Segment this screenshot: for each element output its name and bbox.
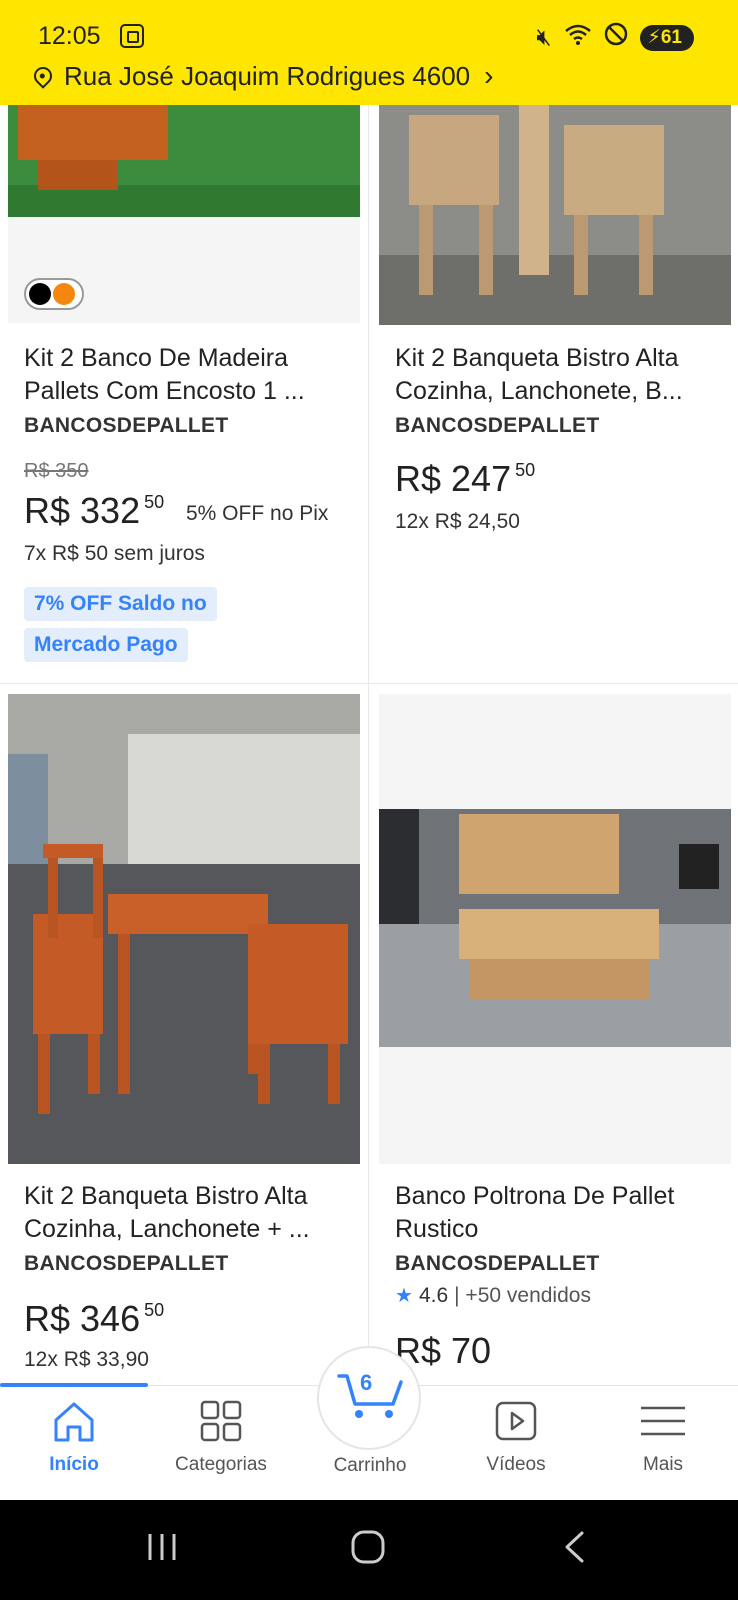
installments: 12x R$ 24,50 [395,510,520,533]
grid-icon [200,1400,242,1442]
price-cents: 50 [144,492,165,512]
status-time: 12:05 [38,22,101,50]
cart-button[interactable] [317,1346,421,1450]
grid-divider-vertical [368,105,369,1385]
address-text: Rua José Joaquim Rodrigues 4600 [64,60,471,91]
nav-videos-label: Vídeos [486,1454,546,1475]
promo-badge-line2: Mercado Pago [24,628,188,662]
nav-categories[interactable]: Categorias [161,1400,281,1476]
wifi-icon [564,22,592,53]
menu-icon [641,1406,685,1436]
home-circle-icon[interactable] [350,1530,386,1573]
nav-home[interactable]: Início [14,1400,134,1476]
promo-badge: 7% OFF Saldo no [24,587,217,621]
swatch-orange[interactable] [53,283,75,305]
price-cents: 50 [144,1300,165,1320]
nav-categories-label: Categorias [175,1454,267,1475]
top-header: 12:05 🔇︎ ⚡︎ 61 Rua José Joaquim Rodrigues… [0,0,738,105]
product-image[interactable] [379,694,731,1164]
nav-cart[interactable]: Carrinho [310,1455,430,1477]
price-value: R$ 332 [24,490,141,531]
color-swatches[interactable] [24,278,84,310]
sold-count: | +50 vendidos [454,1283,591,1307]
price-cents: 50 [515,460,536,480]
recent-apps-icon[interactable] [145,1530,179,1573]
do-not-disturb-icon [604,22,628,53]
back-icon[interactable] [562,1530,586,1573]
location-pin-icon [30,63,56,89]
seller-name: BANCOSDEPALLET [395,414,600,437]
product-title[interactable]: Banco Poltrona De Pallet Rustico [395,1180,725,1246]
seller-name: BANCOSDEPALLET [24,414,229,437]
cart-icon [337,1374,403,1418]
seller-name: BANCOSDEPALLET [395,1252,600,1275]
installments: 7x R$ 50 sem juros [24,542,205,565]
swatch-black[interactable] [29,283,51,305]
nav-cart-label: Carrinho [333,1455,407,1476]
installments: 12x R$ 33,90 [24,1348,149,1371]
old-price: R$ 350 [24,460,89,482]
mute-icon: 🔇︎ [536,23,552,51]
status-icons: 🔇︎ ⚡︎ 61 [536,22,694,53]
price: R$ 332 50 [24,490,164,532]
product-title[interactable]: Kit 2 Banqueta Bistro Alta Cozinha, Lanc… [24,1180,354,1246]
nav-more[interactable]: Mais [603,1400,723,1476]
screenshot-notification-icon [120,24,144,48]
active-tab-indicator [0,1383,148,1387]
product-image[interactable] [379,105,731,325]
product-title[interactable]: Kit 2 Banco De Madeira Pallets Com Encos… [24,342,354,408]
rating-row: ★ 4.6 | +50 vendidos [395,1283,591,1308]
product-title[interactable]: Kit 2 Banqueta Bistro Alta Cozinha, Lanc… [395,342,725,408]
delivery-address[interactable]: Rua José Joaquim Rodrigues 4600 › [30,60,494,92]
battery-level: 61 [660,26,682,48]
home-icon [54,1402,94,1442]
pix-discount: 5% OFF no Pix [186,502,329,525]
product-image[interactable] [8,694,360,1164]
grid-divider-horizontal [0,683,738,684]
nav-videos[interactable]: Vídeos [456,1400,576,1476]
price: R$ 247 50 [395,458,535,500]
video-play-icon [495,1401,537,1441]
price-value: R$ 346 [24,1298,141,1339]
price-value: R$ 247 [395,458,512,499]
battery-indicator: ⚡︎ 61 [639,24,694,51]
cart-count-badge: 6 [360,1370,373,1395]
seller-name: BANCOSDEPALLET [24,1252,229,1275]
star-icon: ★ [395,1285,413,1307]
price: R$ 346 50 [24,1298,164,1340]
rating-value: 4.6 [418,1283,449,1307]
nav-more-label: Mais [642,1454,684,1475]
chevron-right-icon: › [484,60,494,91]
nav-home-label: Início [49,1454,99,1475]
